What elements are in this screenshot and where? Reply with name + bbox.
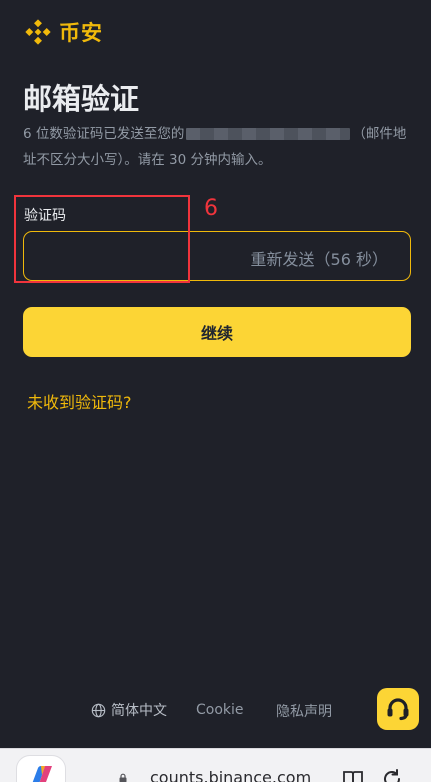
redacted-email [186,128,351,140]
reload-icon[interactable] [381,768,403,782]
footer: 简体中文 Cookie 隐私声明 [0,700,431,722]
privacy-link[interactable]: 隐私声明 [276,701,332,721]
code-field-label: 验证码 [24,208,66,224]
language-selector[interactable]: 简体中文 [91,700,167,720]
no-code-received-link[interactable]: 未收到验证码? [27,389,132,413]
lock-icon [119,773,127,782]
binance-logo-icon [25,19,51,45]
globe-icon [91,703,106,717]
copilot-tab[interactable] [16,755,66,782]
headset-icon [387,698,409,721]
verification-code-input[interactable]: 重新发送（56 秒） [23,231,411,281]
browser-address-bar: counts.binance.com [0,748,431,782]
book-icon[interactable] [342,770,364,782]
language-label: 简体中文 [111,703,167,719]
resend-code-button[interactable]: 重新发送（56 秒） [251,246,388,270]
brand-name: 币安 [59,21,103,45]
copilot-icon [32,766,52,782]
brand-logo[interactable]: 币安 [23,17,103,47]
url-text[interactable]: counts.binance.com [150,768,311,782]
verification-description: 6 位数验证码已发送至您的 （邮件地址不区分大小写）。请在 30 分钟内输入。 [23,121,415,173]
continue-button[interactable]: 继续 [23,307,411,357]
page-title: 邮箱验证 [23,82,140,116]
cookie-link[interactable]: Cookie [196,702,244,718]
support-chat-button[interactable] [377,688,419,730]
annotation-number: 6 [204,196,218,221]
description-prefix: 6 位数验证码已发送至您的 [23,126,185,142]
